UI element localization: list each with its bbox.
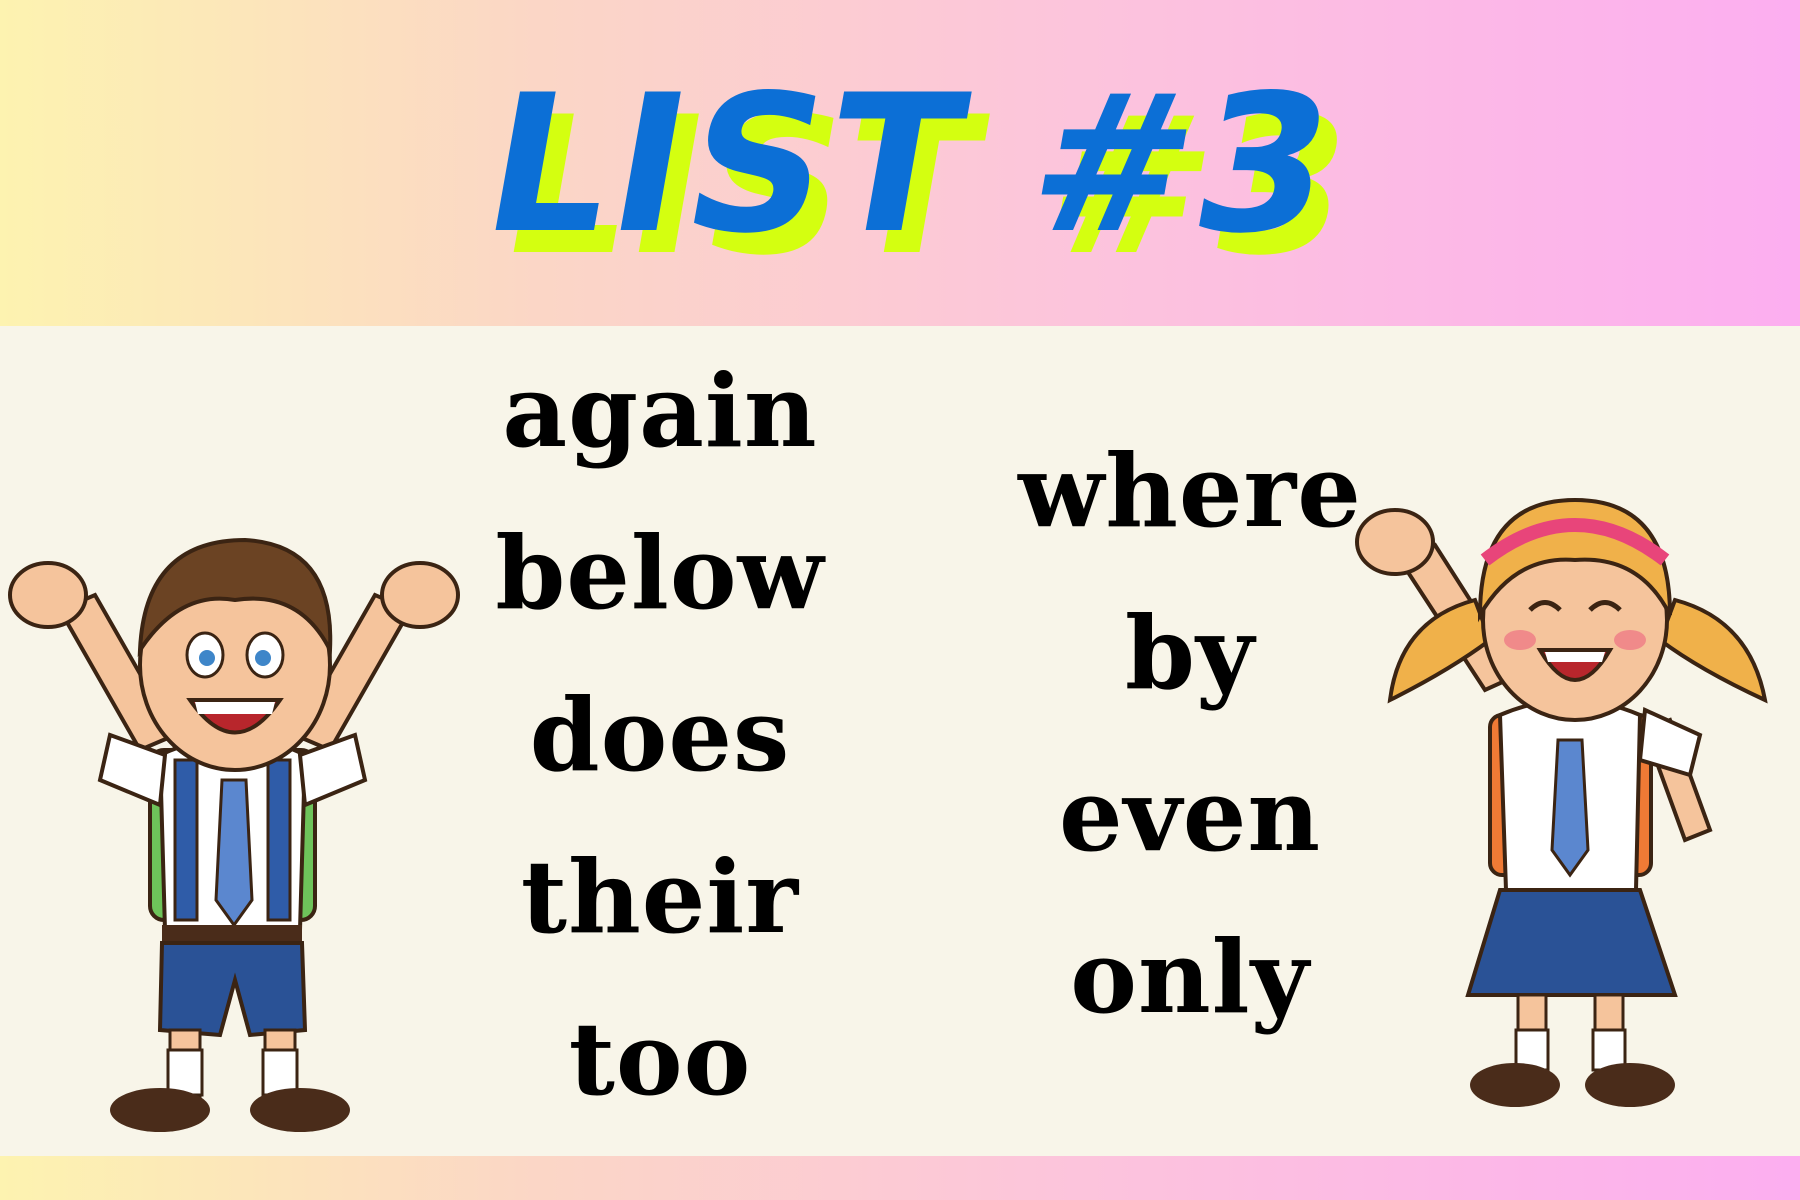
word-below: below — [495, 514, 825, 632]
girl-student-illustration — [1355, 497, 1768, 1107]
title-text: LIST #3 — [470, 60, 1353, 276]
title-graphic: LIST #3 LIST #3 — [470, 60, 1371, 298]
boy-student-illustration — [8, 537, 460, 1132]
word-does: does — [529, 676, 791, 794]
word-again: again — [502, 352, 818, 470]
title-area: LIST #3 LIST #3 — [0, 60, 1800, 320]
word-their: their — [520, 838, 800, 956]
word-too: too — [568, 1000, 752, 1118]
word-list-left: again below does their too — [430, 330, 890, 1140]
bottom-strip — [0, 1156, 1800, 1200]
